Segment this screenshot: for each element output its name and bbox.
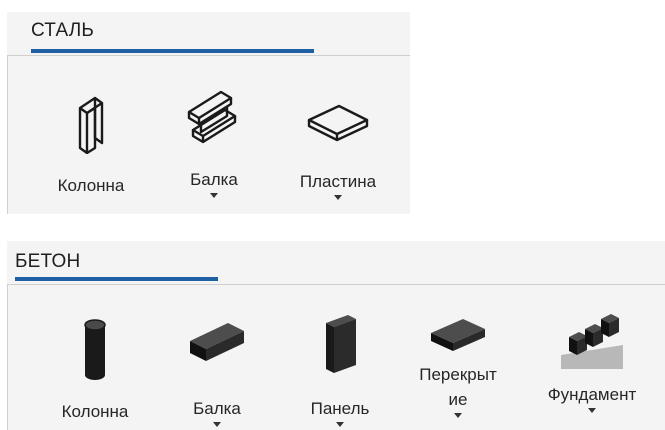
concrete-beam-button[interactable]: Балка xyxy=(162,319,272,427)
concrete-tab-underline xyxy=(15,277,218,281)
concrete-footing-dropdown-icon[interactable] xyxy=(588,408,596,413)
concrete-column-button[interactable]: Колонна xyxy=(40,317,150,422)
steel-column-icon xyxy=(36,90,146,154)
concrete-tab-label[interactable]: БЕТОН xyxy=(15,251,80,273)
concrete-footing-label: Фундамент xyxy=(547,385,637,404)
steel-beam-label: Балка xyxy=(190,170,238,189)
steel-ribbon-left-border xyxy=(7,55,8,214)
steel-column-label: Колонна xyxy=(57,176,125,195)
steel-plate-button[interactable]: Пластина xyxy=(283,100,393,200)
concrete-beam-label: Балка xyxy=(193,399,241,418)
steel-tab-underline xyxy=(31,49,314,53)
concrete-column-icon xyxy=(40,317,150,383)
concrete-panel-button[interactable]: Панель xyxy=(285,311,395,427)
concrete-ribbon-divider xyxy=(7,284,665,285)
steel-ribbon-divider xyxy=(7,55,410,56)
steel-tab-label[interactable]: СТАЛЬ xyxy=(31,20,94,42)
concrete-panel-icon xyxy=(285,311,395,375)
concrete-column-label: Колонна xyxy=(61,402,129,421)
steel-beam-dropdown-icon[interactable] xyxy=(210,193,218,198)
concrete-beam-icon xyxy=(162,319,272,363)
concrete-ribbon-left-border xyxy=(7,284,8,430)
concrete-panel-label: Панель xyxy=(310,399,370,418)
concrete-slab-label-line2: ие xyxy=(448,390,468,409)
steel-ribbon-group: СТАЛЬ Колонна Балка Пластина xyxy=(7,12,410,214)
concrete-ribbon-group: БЕТОН Колонна Балка Панель Перекрыт ие Ф… xyxy=(7,241,665,430)
steel-column-button[interactable]: Колонна xyxy=(36,90,146,196)
steel-plate-icon xyxy=(283,100,393,142)
concrete-slab-button[interactable]: Перекрыт ие xyxy=(403,315,513,418)
concrete-panel-dropdown-icon[interactable] xyxy=(336,422,344,427)
concrete-slab-label-line1: Перекрыт xyxy=(419,365,497,384)
concrete-slab-dropdown-icon[interactable] xyxy=(454,413,462,418)
steel-plate-dropdown-icon[interactable] xyxy=(334,195,342,200)
concrete-beam-dropdown-icon[interactable] xyxy=(213,422,221,427)
steel-beam-icon xyxy=(159,82,269,148)
concrete-footing-icon xyxy=(537,309,647,373)
concrete-footing-button[interactable]: Фундамент xyxy=(537,309,647,413)
steel-plate-label: Пластина xyxy=(299,172,377,191)
steel-beam-button[interactable]: Балка xyxy=(159,82,269,198)
concrete-slab-icon xyxy=(403,315,513,355)
